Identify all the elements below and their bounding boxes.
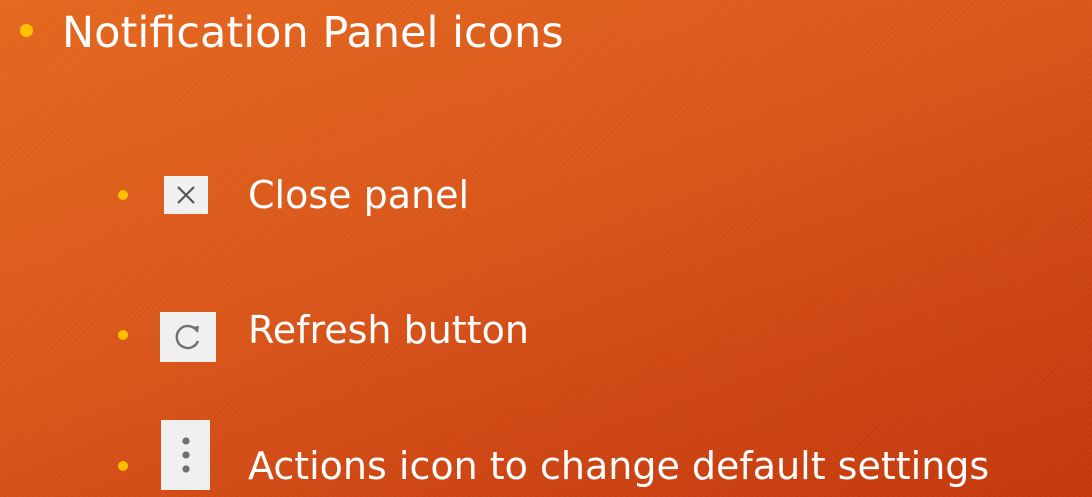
title-bullet <box>20 24 33 37</box>
slide: Notification Panel icons Close panel Ref… <box>0 0 1092 497</box>
refresh-icon <box>160 312 216 362</box>
close-icon <box>164 176 208 214</box>
item-label-refresh-button: Refresh button <box>248 308 529 352</box>
item-label-actions-icon: Actions icon to change default settings <box>248 444 990 488</box>
kebab-menu-icon <box>161 420 210 490</box>
item-bullet <box>118 330 128 340</box>
item-label-close-panel: Close panel <box>248 173 470 217</box>
item-bullet <box>118 190 128 200</box>
item-bullet <box>118 461 128 471</box>
slide-title: Notification Panel icons <box>62 8 564 58</box>
